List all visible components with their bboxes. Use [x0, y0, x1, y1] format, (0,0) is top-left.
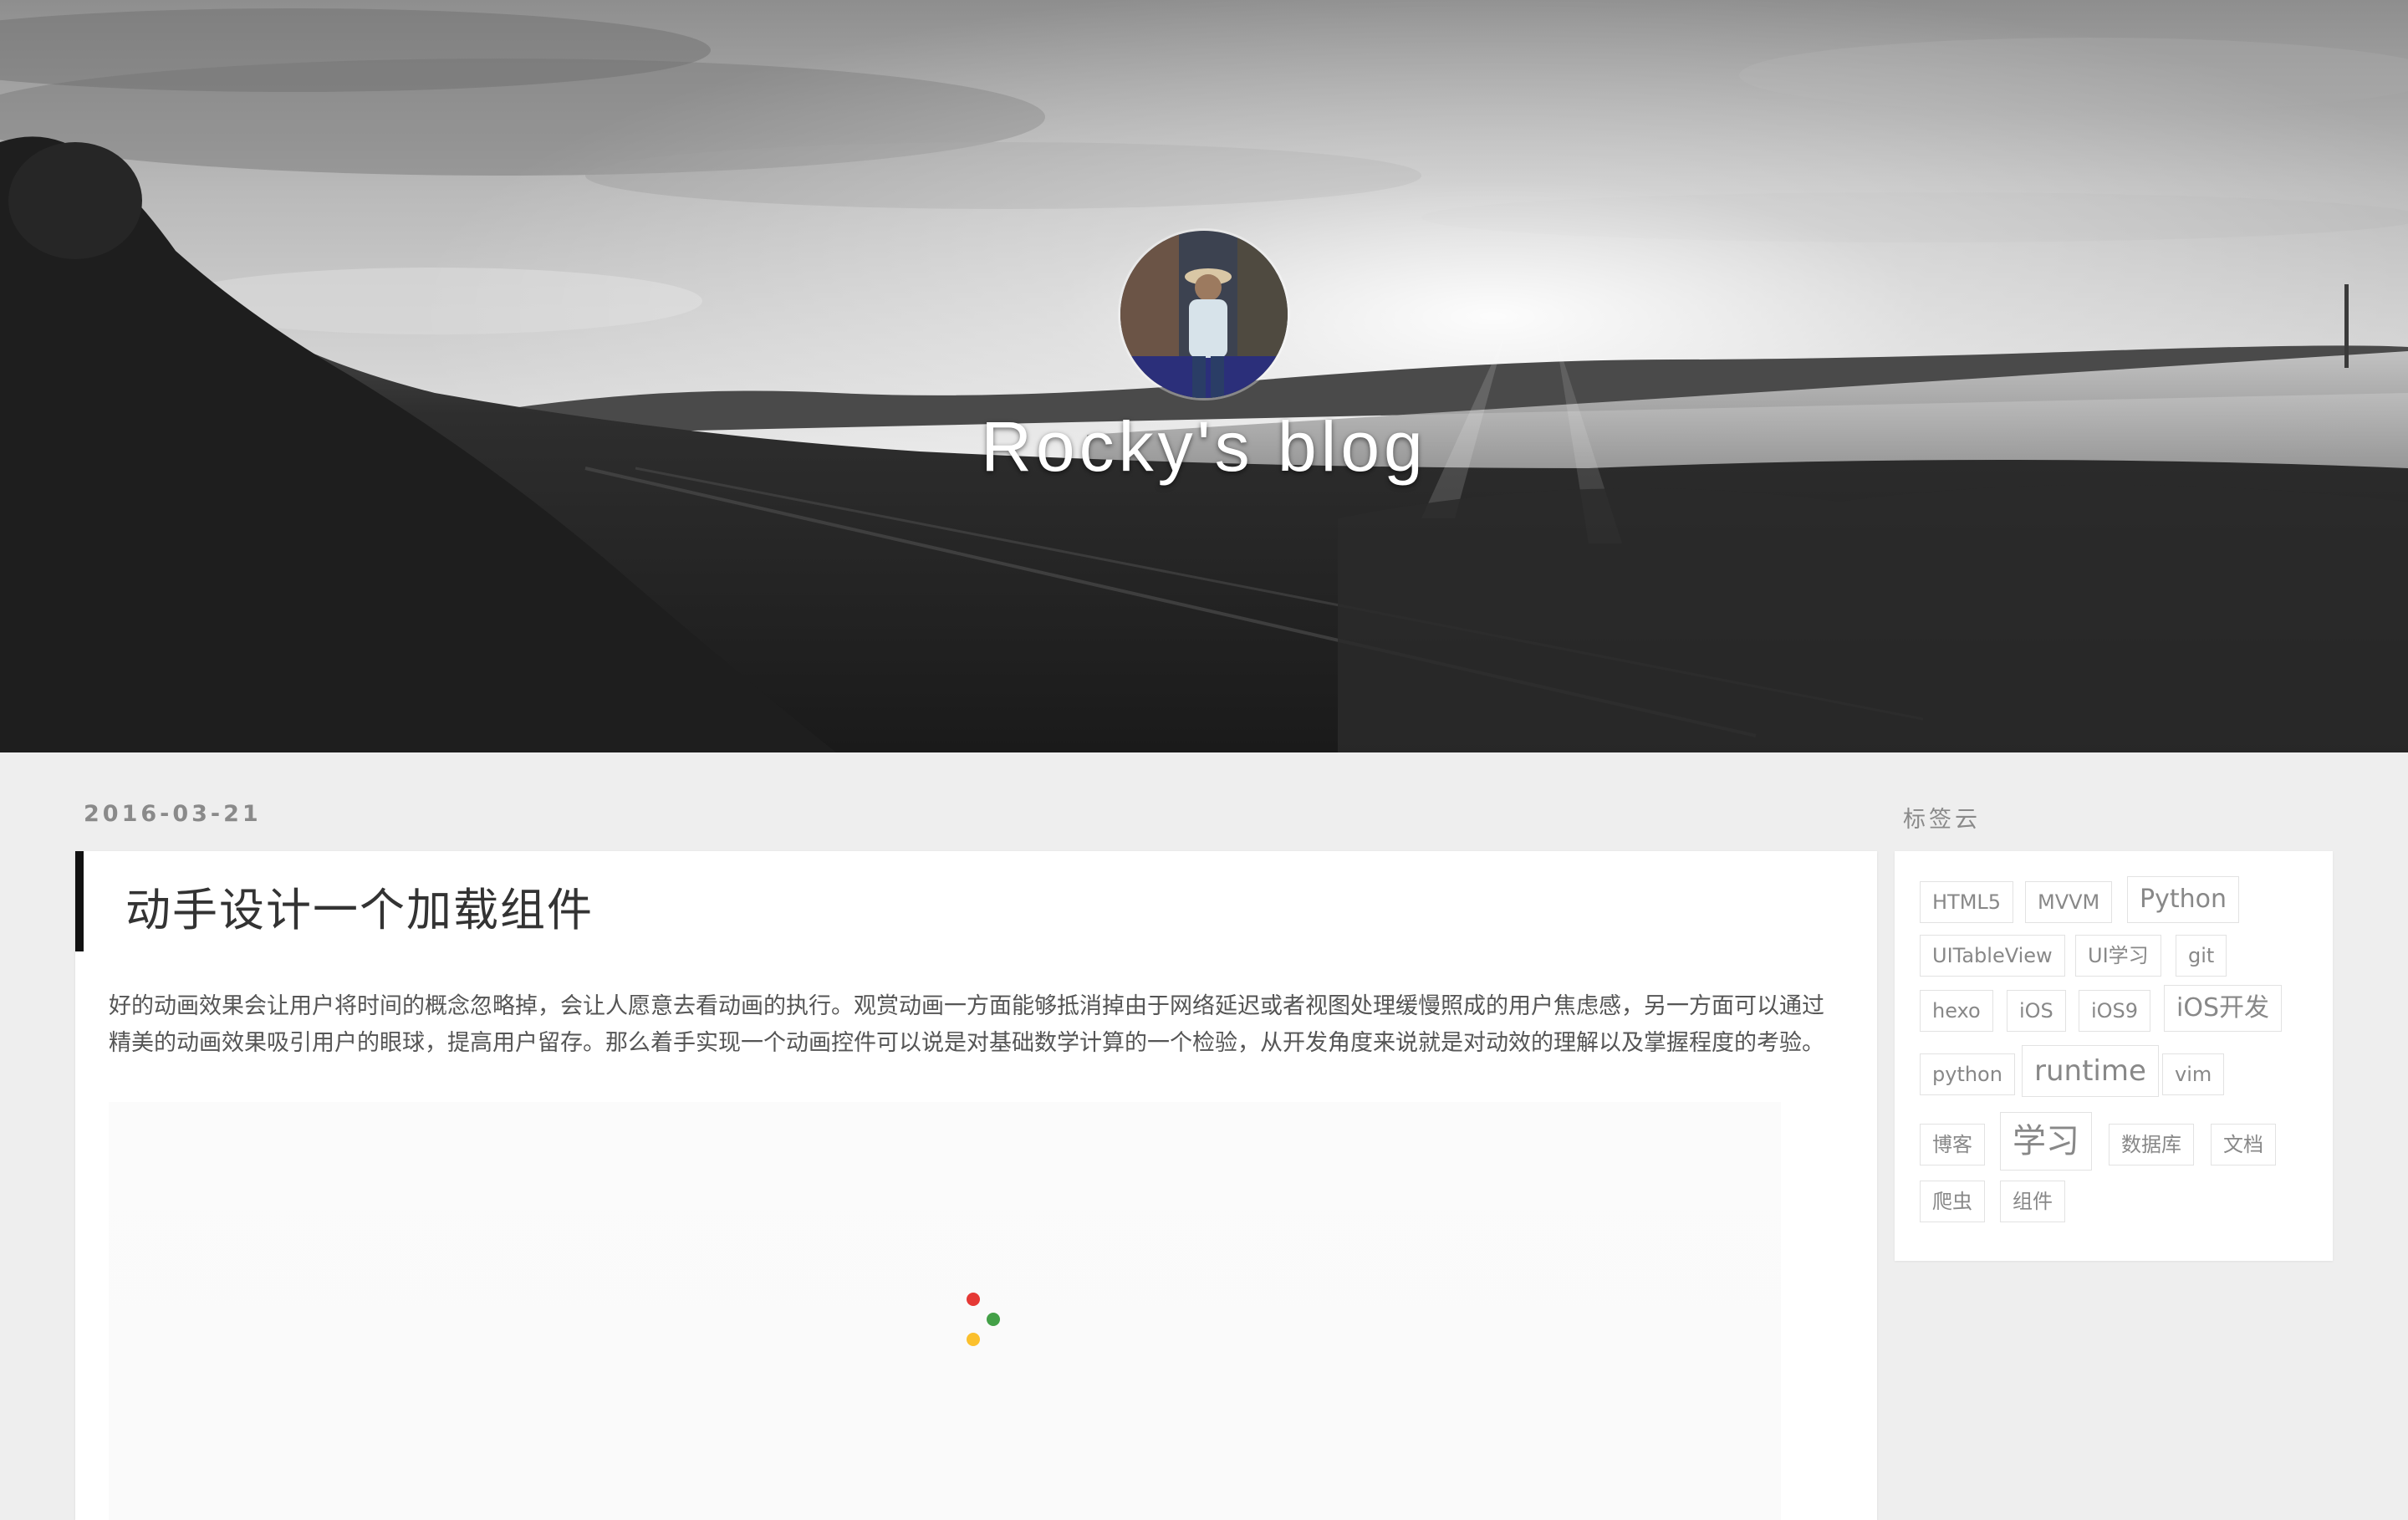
- site-title[interactable]: Rocky's blog: [0, 406, 2408, 487]
- tag-runtime[interactable]: runtime: [2022, 1045, 2159, 1097]
- tag-ios[interactable]: iOS: [2007, 990, 2066, 1032]
- tag-crawler[interactable]: 爬虫: [1920, 1181, 1985, 1222]
- tag-python-lower[interactable]: python: [1920, 1053, 2015, 1095]
- loader-dot-yellow: [967, 1333, 980, 1346]
- post-image-loader-demo: [109, 1102, 1781, 1520]
- tag-vim[interactable]: vim: [2162, 1053, 2225, 1095]
- tag-ui-learning[interactable]: UI学习: [2075, 935, 2161, 977]
- tag-git[interactable]: git: [2176, 935, 2227, 977]
- loader-dot-red: [967, 1293, 980, 1306]
- avatar-photo: [1120, 231, 1288, 398]
- tag-database[interactable]: 数据库: [2109, 1124, 2194, 1166]
- tagcloud-heading: 标签云: [1903, 807, 1981, 833]
- tag-learning[interactable]: 学习: [2000, 1112, 2092, 1171]
- tag-hexo[interactable]: hexo: [1920, 990, 1993, 1032]
- tagcloud: HTML5 MVVM Python UITableView UI学习 git h…: [1895, 851, 2333, 1261]
- title-accent-bar: [75, 851, 84, 951]
- tag-documentation[interactable]: 文档: [2211, 1124, 2276, 1166]
- tag-component[interactable]: 组件: [2000, 1181, 2065, 1222]
- header-hero: Rocky's blog: [0, 0, 2408, 752]
- tag-ios9[interactable]: iOS9: [2079, 990, 2151, 1032]
- tag-uitableview[interactable]: UITableView: [1920, 935, 2065, 977]
- tag-html5[interactable]: HTML5: [1920, 881, 2014, 923]
- post-title[interactable]: 动手设计一个加载组件: [125, 873, 594, 939]
- post-excerpt: 好的动画效果会让用户将时间的概念忽略掉，会让人愿意去看动画的执行。观赏动画一方面…: [109, 993, 1824, 1056]
- avatar[interactable]: [1120, 231, 1288, 398]
- tag-python-upper[interactable]: Python: [2127, 876, 2239, 923]
- post-date: 2016-03-21: [84, 801, 262, 827]
- post-card: 动手设计一个加载组件 好的动画效果会让用户将时间的概念忽略掉，会让人愿意去看动画…: [75, 851, 1877, 1520]
- tag-mvvm[interactable]: MVVM: [2025, 881, 2113, 923]
- loader-dot-green: [987, 1313, 1000, 1326]
- tag-blog[interactable]: 博客: [1920, 1124, 1985, 1166]
- tag-ios-dev[interactable]: iOS开发: [2164, 985, 2282, 1032]
